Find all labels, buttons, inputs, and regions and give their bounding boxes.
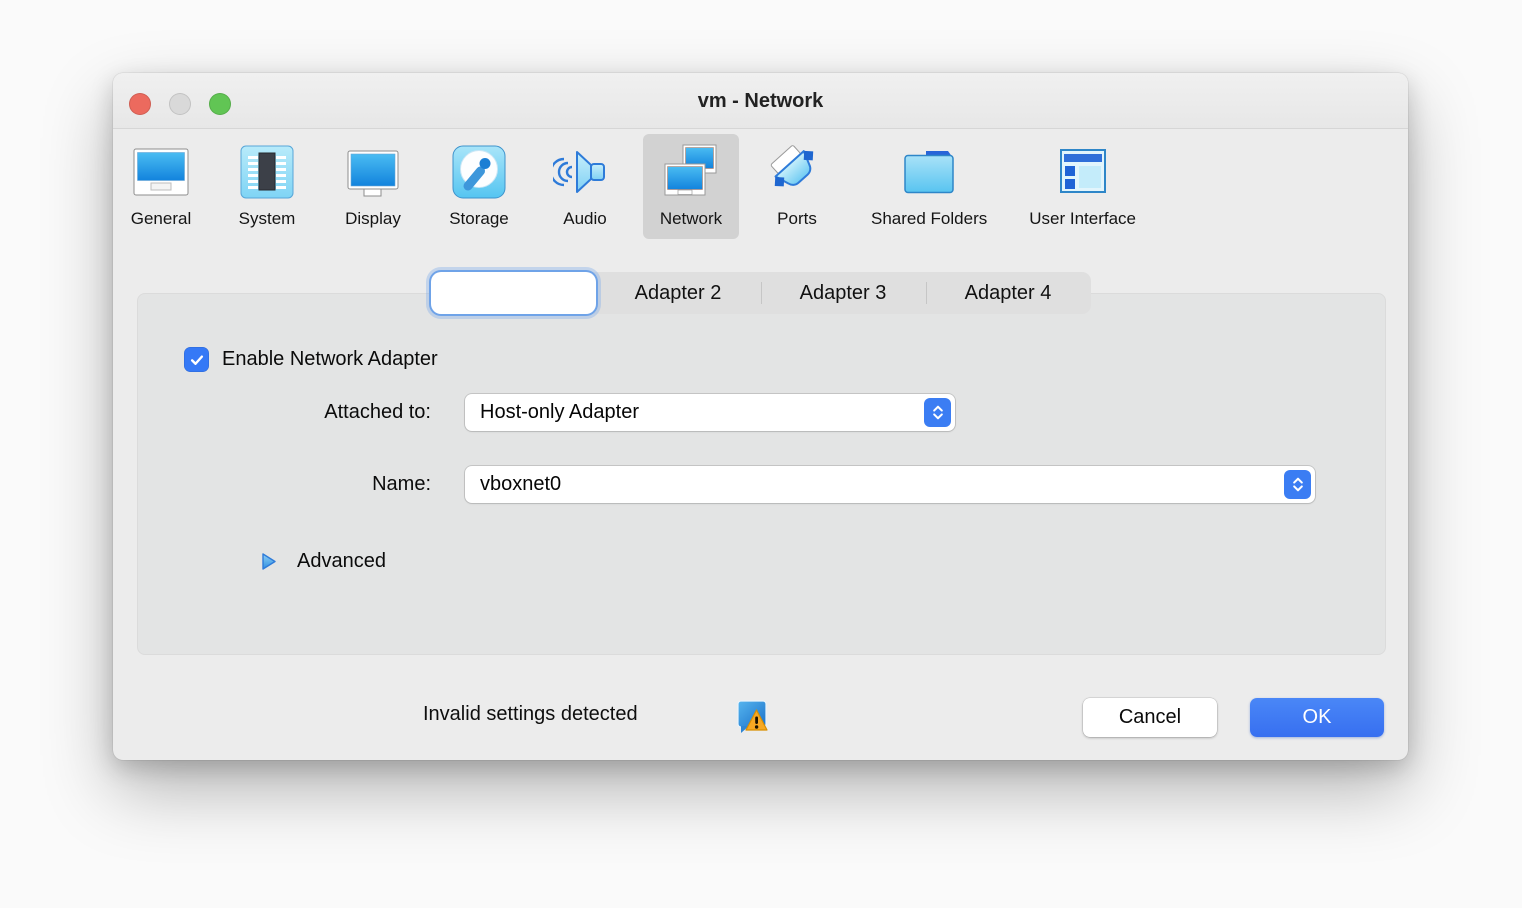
toolbar-item-display[interactable]: Display xyxy=(325,134,421,239)
name-row: Name: vboxnet0 xyxy=(138,466,1385,503)
enable-network-adapter-checkbox[interactable] xyxy=(184,347,209,372)
tab-adapter-4[interactable]: Adapter 4 xyxy=(926,272,1091,314)
shared-folders-icon xyxy=(897,140,961,204)
toolbar-item-label: Network xyxy=(660,209,722,229)
toolbar-item-ports[interactable]: Ports xyxy=(749,134,845,239)
tab-adapter-3[interactable]: Adapter 3 xyxy=(761,272,926,314)
checkmark-icon xyxy=(188,351,206,369)
warning-icon[interactable] xyxy=(735,699,769,734)
title-bar[interactable]: vm - Network xyxy=(113,73,1408,129)
toolbar-item-general[interactable]: General xyxy=(113,134,209,239)
toolbar-item-label: Audio xyxy=(563,209,606,229)
toolbar-item-label: Ports xyxy=(777,209,817,229)
system-chip-icon xyxy=(235,140,299,204)
network-monitors-icon xyxy=(659,140,723,204)
toolbar-item-storage[interactable]: Storage xyxy=(431,134,527,239)
toolbar-item-label: User Interface xyxy=(1029,209,1136,229)
disclosure-triangle-icon xyxy=(261,552,277,571)
desktop-background: vm - Network General xyxy=(0,0,1522,908)
toolbar-item-label: Shared Folders xyxy=(871,209,987,229)
attached-to-row: Attached to: Host-only Adapter xyxy=(138,394,1385,431)
status-message: Invalid settings detected xyxy=(423,703,638,726)
toolbar-item-label: General xyxy=(131,209,191,229)
toolbar-item-user-interface[interactable]: User Interface xyxy=(1013,134,1152,239)
general-monitor-icon xyxy=(129,140,193,204)
toolbar-item-label: Storage xyxy=(449,209,509,229)
ok-button[interactable]: OK xyxy=(1250,698,1384,737)
enable-adapter-row: Enable Network Adapter xyxy=(184,347,438,372)
storage-disk-icon xyxy=(447,140,511,204)
enable-network-adapter-label: Enable Network Adapter xyxy=(222,348,438,371)
tab-adapter-2[interactable]: Adapter 2 xyxy=(596,272,761,314)
chevron-up-down-icon xyxy=(1284,470,1311,499)
ports-connector-icon xyxy=(765,140,829,204)
advanced-label: Advanced xyxy=(297,550,386,573)
toolbar-item-shared-folders[interactable]: Shared Folders xyxy=(855,134,1003,239)
name-value: vboxnet0 xyxy=(480,473,561,496)
toolbar-item-label: Display xyxy=(345,209,401,229)
settings-toolbar: General System xyxy=(113,129,1408,249)
adapter-tab-bar: Adapter 2 Adapter 3 Adapter 4 xyxy=(431,272,1091,314)
attached-to-value: Host-only Adapter xyxy=(480,401,639,424)
name-select[interactable]: vboxnet0 xyxy=(465,466,1315,503)
attached-to-select[interactable]: Host-only Adapter xyxy=(465,394,955,431)
toolbar-item-system[interactable]: System xyxy=(219,134,315,239)
toolbar-item-audio[interactable]: Audio xyxy=(537,134,633,239)
adapter-settings-panel: Enable Network Adapter Attached to: Host… xyxy=(137,293,1386,655)
advanced-disclosure[interactable]: Advanced xyxy=(261,550,386,573)
settings-window: vm - Network General xyxy=(113,73,1408,760)
attached-to-label: Attached to: xyxy=(138,401,431,424)
audio-speaker-icon xyxy=(553,140,617,204)
chevron-up-down-icon xyxy=(924,398,951,427)
name-label: Name: xyxy=(138,473,431,496)
user-interface-icon xyxy=(1051,140,1115,204)
cancel-button[interactable]: Cancel xyxy=(1083,698,1217,737)
window-title: vm - Network xyxy=(113,73,1408,129)
toolbar-item-network[interactable]: Network xyxy=(643,134,739,239)
display-monitor-icon xyxy=(341,140,405,204)
tab-adapter-1[interactable] xyxy=(431,272,596,314)
toolbar-item-label: System xyxy=(239,209,296,229)
